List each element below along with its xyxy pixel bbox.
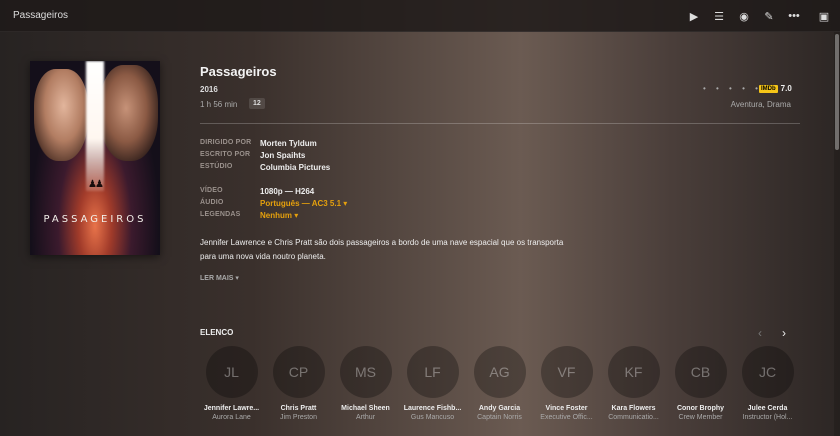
cast-member[interactable]: VF Vince Foster Executive Offic... <box>533 346 600 421</box>
cast-name: Vince Foster <box>545 405 588 412</box>
cast-name: Andy Garcia <box>478 405 521 412</box>
cast-list: JL Jennifer Lawre... Aurora Lane CP Chri… <box>198 346 801 421</box>
director-value[interactable]: Morten Tyldum <box>260 139 317 148</box>
movie-poster[interactable]: ♟♟ PASSAGEIROS <box>30 61 160 255</box>
cast-name: Chris Pratt <box>280 405 317 412</box>
studio-value[interactable]: Columbia Pictures <box>260 163 330 172</box>
avatar: KF <box>607 346 660 398</box>
audio-label: ÁUDIO <box>200 199 224 206</box>
avatar: MS <box>339 346 392 398</box>
avatar: JL <box>205 346 258 398</box>
cast-role: Instructor (Hol... <box>742 414 793 421</box>
more-options-icon[interactable]: ••• <box>786 8 802 24</box>
queue-icon[interactable]: ☰ <box>711 8 727 24</box>
cast-role: Arthur <box>355 414 376 421</box>
poster-face-right <box>100 65 158 161</box>
cast-member[interactable]: MS Michael Sheen Arthur <box>332 346 399 421</box>
director-label: DIRIGIDO POR <box>200 139 252 146</box>
scrollbar-thumb[interactable] <box>835 34 839 150</box>
cast-name: Kara Flowers <box>611 405 656 412</box>
cast-member[interactable]: AG Andy Garcia Captain Norris <box>466 346 533 421</box>
video-row: VÍDEO 1080p — H264 <box>200 187 314 196</box>
cast-role: Aurora Lane <box>212 414 251 421</box>
cast-role: Jim Preston <box>280 414 317 421</box>
studio-label: ESTÚDIO <box>200 163 233 170</box>
cast-name: Laurence Fishb... <box>403 405 462 412</box>
movie-duration: 1 h 56 min <box>200 100 238 109</box>
movie-genres: Aventura, Drama <box>730 100 791 109</box>
image-icon[interactable]: ▣ <box>816 8 832 24</box>
cast-name: Jennifer Lawre... <box>203 405 260 412</box>
cast-role: Gus Mancuso <box>410 414 455 421</box>
writer-row: ESCRITO POR Jon Spaihts <box>200 151 305 160</box>
movie-year: 2016 <box>200 85 218 94</box>
play-icon[interactable]: ▶ <box>686 8 702 24</box>
poster-light-beam <box>86 61 104 191</box>
avatar: AG <box>473 346 526 398</box>
divider <box>200 123 800 124</box>
avatar: CP <box>272 346 325 398</box>
cast-member[interactable]: JC Julee Cerda Instructor (Hol... <box>734 346 801 421</box>
cast-role: Communicatio... <box>608 414 659 421</box>
watched-eye-icon[interactable]: ◉ <box>736 8 752 24</box>
read-more-button[interactable]: LER MAIS ▾ <box>200 274 239 282</box>
cast-role: Crew Member <box>678 414 723 421</box>
user-rating-stars[interactable]: • • • • • <box>703 84 762 93</box>
cast-next-icon[interactable]: › <box>782 326 786 340</box>
cast-member[interactable]: LF Laurence Fishb... Gus Mancuso <box>399 346 466 421</box>
poster-title: PASSAGEIROS <box>43 214 147 225</box>
studio-row: ESTÚDIO Columbia Pictures <box>200 163 330 172</box>
subtitles-label: LEGENDAS <box>200 211 241 218</box>
imdb-logo: IMDb <box>759 84 778 93</box>
avatar: VF <box>540 346 593 398</box>
movie-title: Passageiros <box>200 64 277 79</box>
audio-row: ÁUDIO Português — AC3 5.1 ▾ <box>200 199 347 208</box>
movie-summary: Jennifer Lawrence e Chris Pratt são dois… <box>200 238 564 261</box>
director-row: DIRIGIDO POR Morten Tyldum <box>200 139 317 148</box>
avatar: CB <box>674 346 727 398</box>
cast-member[interactable]: CB Conor Brophy Crew Member <box>667 346 734 421</box>
cast-name: Julee Cerda <box>747 405 788 412</box>
window-title: Passageiros <box>13 10 69 21</box>
subtitles-row: LEGENDAS Nenhum ▾ <box>200 211 298 220</box>
writer-label: ESCRITO POR <box>200 151 251 158</box>
writer-value[interactable]: Jon Spaihts <box>260 151 305 160</box>
avatar: JC <box>741 346 794 398</box>
poster-figures: ♟♟ <box>88 179 104 190</box>
cast-prev-icon[interactable]: ‹ <box>758 326 762 340</box>
imdb-score: 7.0 <box>780 84 792 93</box>
poster-face-left <box>34 69 88 161</box>
cast-role: Captain Norris <box>477 414 522 421</box>
video-value: 1080p — H264 <box>260 187 315 196</box>
video-label: VÍDEO <box>200 187 223 194</box>
cast-name: Conor Brophy <box>676 405 725 412</box>
cast-heading: ELENCO <box>200 328 234 337</box>
cast-member[interactable]: JL Jennifer Lawre... Aurora Lane <box>198 346 265 421</box>
top-bar: Passageiros ▶ ☰ ◉ ✎ ••• ▣ <box>0 0 840 32</box>
avatar: LF <box>406 346 459 398</box>
cast-role: Executive Offic... <box>540 414 593 421</box>
audio-select[interactable]: Português — AC3 5.1 ▾ <box>260 199 347 208</box>
cast-member[interactable]: CP Chris Pratt Jim Preston <box>265 346 332 421</box>
imdb-rating: IMDb 7.0 <box>759 84 792 93</box>
subtitles-select[interactable]: Nenhum ▾ <box>260 211 298 220</box>
content-rating-badge: 12 <box>249 98 265 109</box>
cast-member[interactable]: KF Kara Flowers Communicatio... <box>600 346 667 421</box>
cast-name: Michael Sheen <box>341 405 390 412</box>
edit-pencil-icon[interactable]: ✎ <box>761 8 777 24</box>
